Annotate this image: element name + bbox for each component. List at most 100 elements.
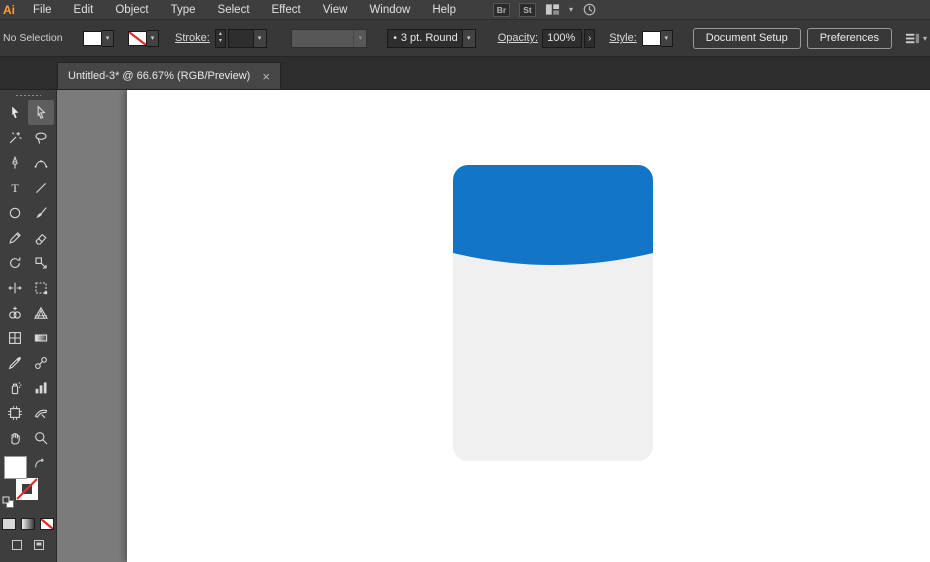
selection-tool[interactable] <box>2 100 28 125</box>
workspace-icon <box>905 31 920 46</box>
magic-wand-tool[interactable] <box>2 125 28 150</box>
chevron-down-icon[interactable]: ▾ <box>252 29 266 47</box>
free-transform-tool[interactable] <box>28 275 54 300</box>
menu-object[interactable]: Object <box>104 4 159 16</box>
style-control[interactable]: ▾ <box>641 29 673 47</box>
color-button[interactable] <box>2 518 16 530</box>
document-tab-title: Untitled-3* @ 66.67% (RGB/Preview) <box>68 70 251 82</box>
chevron-down-icon[interactable]: ▾ <box>660 29 673 47</box>
none-button[interactable] <box>40 518 54 530</box>
eraser-tool[interactable] <box>28 225 54 250</box>
zoom-tool[interactable] <box>28 425 54 450</box>
slice-tool[interactable] <box>28 400 54 425</box>
perspective-grid-tool[interactable] <box>28 300 54 325</box>
stock-button[interactable]: St <box>519 2 536 17</box>
column-graph-tool[interactable] <box>28 375 54 400</box>
opacity-label[interactable]: Opacity: <box>498 32 538 44</box>
fill-indicator[interactable] <box>3 456 27 479</box>
eyedropper-tool[interactable] <box>2 350 28 375</box>
opacity-input[interactable] <box>542 28 583 48</box>
width-tool[interactable] <box>2 275 28 300</box>
menu-type[interactable]: Type <box>160 4 207 16</box>
opacity-expand-arrow[interactable]: › <box>584 28 596 48</box>
pen-tool[interactable] <box>2 150 28 175</box>
toolbar-grip[interactable] <box>15 94 41 98</box>
artboard-tool[interactable] <box>2 400 28 425</box>
chevron-down-icon[interactable]: ▾ <box>569 5 573 14</box>
document-setup-button[interactable]: Document Setup <box>692 27 801 49</box>
svg-text:T: T <box>11 181 19 195</box>
tool-grid: T <box>2 100 54 450</box>
swap-fill-stroke-icon[interactable] <box>34 458 45 469</box>
stepper-up-icon[interactable]: ▴ <box>219 31 222 38</box>
shape-builder-tool[interactable] <box>2 300 28 325</box>
menu-edit[interactable]: Edit <box>63 4 105 16</box>
tab-bar: Untitled-3* @ 66.67% (RGB/Preview) × <box>0 57 930 90</box>
blend-tool[interactable] <box>28 350 54 375</box>
close-icon[interactable]: × <box>262 70 270 83</box>
arrange-documents-icon[interactable] <box>545 2 560 17</box>
pencil-tool[interactable] <box>2 225 28 250</box>
workspace-switcher[interactable]: ▾ <box>905 31 927 46</box>
brush-definition-dropdown[interactable]: • 3 pt. Round ▾ <box>387 28 476 48</box>
illustrator-logo: Ai <box>3 2 15 17</box>
default-fill-stroke-icon[interactable] <box>2 496 14 508</box>
mesh-tool[interactable] <box>2 325 28 350</box>
menu-file[interactable]: File <box>22 4 63 16</box>
style-label[interactable]: Style: <box>609 32 637 44</box>
document-tab[interactable]: Untitled-3* @ 66.67% (RGB/Preview) × <box>57 62 281 89</box>
direct-selection-tool[interactable] <box>28 100 54 125</box>
scale-tool[interactable] <box>28 250 54 275</box>
ellipse-tool[interactable] <box>2 200 28 225</box>
drawn-shape[interactable] <box>453 165 653 461</box>
artboard[interactable] <box>127 90 930 562</box>
gradient-tool[interactable] <box>28 325 54 350</box>
menu-window[interactable]: Window <box>358 4 421 16</box>
curvature-tool[interactable] <box>28 150 54 175</box>
stroke-weight-dropdown[interactable]: ▾ <box>228 28 267 48</box>
shape-cap[interactable] <box>453 165 653 265</box>
style-swatch[interactable] <box>641 30 661 46</box>
chevron-down-icon[interactable]: ▾ <box>923 34 927 43</box>
control-bar: No Selection ▾ ▾ Stroke: ▴ ▾ ▾ ▾ • 3 pt.… <box>0 20 930 57</box>
stroke-label[interactable]: Stroke: <box>175 32 210 44</box>
stroke-color-control[interactable]: ▾ <box>128 29 159 47</box>
gradient-button[interactable] <box>21 518 35 530</box>
chevron-down-icon[interactable]: ▾ <box>102 29 114 47</box>
sync-settings-icon[interactable] <box>582 2 597 17</box>
chevron-down-icon[interactable]: ▾ <box>461 29 475 47</box>
stroke-indicator[interactable] <box>15 477 39 501</box>
menu-help[interactable]: Help <box>421 4 467 16</box>
paintbrush-tool[interactable] <box>28 200 54 225</box>
menu-effect[interactable]: Effect <box>261 4 312 16</box>
canvas[interactable] <box>57 90 930 562</box>
brush-dropdown-disabled: ▾ <box>290 28 368 48</box>
brush-definition-value: 3 pt. Round <box>400 32 458 44</box>
menu-view[interactable]: View <box>312 4 359 16</box>
stroke-weight-stepper[interactable]: ▴ ▾ <box>214 28 226 48</box>
fill-swatch[interactable] <box>83 30 102 46</box>
menubar-right: Br St ▾ <box>493 2 597 17</box>
line-segment-tool[interactable] <box>28 175 54 200</box>
fill-stroke-indicator <box>0 454 57 510</box>
menu-items: File Edit Object Type Select Effect View Window… <box>22 4 467 16</box>
hand-tool[interactable] <box>2 425 28 450</box>
fill-color-control[interactable]: ▾ <box>83 29 114 47</box>
illustrator-window: Ai File Edit Object Type Select Effect View Win… <box>0 0 930 562</box>
symbol-sprayer-tool[interactable] <box>2 375 28 400</box>
chevron-down-icon: ▾ <box>353 29 367 47</box>
chevron-down-icon[interactable]: ▾ <box>147 29 159 47</box>
bridge-button[interactable]: Br <box>493 2 510 17</box>
screen-mode-icon[interactable] <box>33 539 45 551</box>
preferences-button[interactable]: Preferences <box>806 27 892 49</box>
shape-body[interactable] <box>453 235 653 461</box>
rotate-tool[interactable] <box>2 250 28 275</box>
toolbar: T <box>0 90 57 562</box>
lasso-tool[interactable] <box>28 125 54 150</box>
type-tool[interactable]: T <box>2 175 28 200</box>
bottom-modes <box>11 539 45 551</box>
stroke-swatch[interactable] <box>128 30 147 46</box>
stepper-down-icon[interactable]: ▾ <box>219 38 222 45</box>
draw-mode-icon[interactable] <box>11 539 23 551</box>
menu-select[interactable]: Select <box>207 4 261 16</box>
